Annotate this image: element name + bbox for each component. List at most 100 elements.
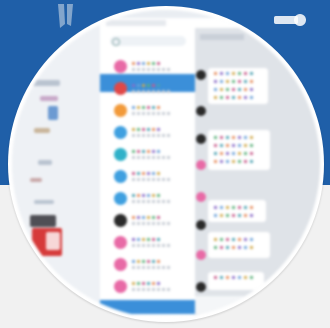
contact-preview-text <box>147 68 150 71</box>
chat-title <box>200 34 244 40</box>
contact-preview-text <box>157 68 160 71</box>
contact-name-text <box>132 172 135 175</box>
cloud-icon <box>114 148 127 161</box>
contact-preview-text <box>162 112 165 115</box>
message-text <box>238 88 241 91</box>
contact-preview-text <box>137 156 140 159</box>
contact-preview-text <box>162 222 165 225</box>
message-text <box>244 238 247 241</box>
contact-name-text <box>152 194 155 197</box>
contact-preview-text <box>142 90 145 93</box>
contact-preview-text <box>162 288 165 291</box>
contact-preview-text <box>152 200 155 203</box>
chat-avatar-icon <box>196 160 206 170</box>
message-text <box>214 214 217 217</box>
contact-name-text <box>132 62 135 65</box>
contact-preview-text <box>157 112 160 115</box>
contact-name-text <box>137 260 140 263</box>
contact-name-text <box>152 84 155 87</box>
contact-preview-text <box>132 200 135 203</box>
contact-name-text <box>157 150 160 153</box>
message-bubble <box>208 200 266 222</box>
contact-preview-text <box>132 156 135 159</box>
contact-name-text <box>132 84 135 87</box>
contact-preview-text <box>157 266 160 269</box>
message-text <box>214 72 217 75</box>
contact-name-text <box>147 194 150 197</box>
message-text <box>226 246 229 249</box>
profile-avatar[interactable] <box>12 10 320 318</box>
contact-preview-text <box>152 112 155 115</box>
message-text <box>220 152 223 155</box>
contact-name-text <box>147 62 150 65</box>
contact-preview-text <box>167 244 170 247</box>
contact-name-text <box>147 84 150 87</box>
contact-name-text <box>142 238 145 241</box>
message-text <box>244 80 247 83</box>
message-text <box>220 96 223 99</box>
contact-name-text <box>157 194 160 197</box>
contact-name-text <box>132 128 135 131</box>
message-text <box>244 246 247 249</box>
contact-name-text <box>152 172 155 175</box>
contact-name-text <box>137 128 140 131</box>
chat-avatar-icon <box>196 282 206 292</box>
contact-preview-text <box>167 134 170 137</box>
contact-preview-text <box>142 222 145 225</box>
message-text <box>238 276 241 279</box>
message-text <box>244 72 247 75</box>
chat-avatar-icon <box>196 192 206 202</box>
bottom-toolbar[interactable] <box>100 300 195 314</box>
chat-avatar-icon <box>196 220 206 230</box>
contact-preview-text <box>157 244 160 247</box>
message-input[interactable] <box>195 296 320 314</box>
contact-preview-text <box>152 68 155 71</box>
contact-preview-text <box>167 90 170 93</box>
contact-name-text <box>157 238 160 241</box>
message-text <box>238 144 241 147</box>
contact-preview-text <box>162 178 165 181</box>
message-text <box>250 136 253 139</box>
contact-name-text <box>132 260 135 263</box>
message-text <box>250 246 253 249</box>
message-text <box>238 136 241 139</box>
message-text <box>214 238 217 241</box>
bird-icon <box>114 214 127 227</box>
message-text <box>226 214 229 217</box>
message-text <box>238 214 241 217</box>
contact-name-text <box>142 216 145 219</box>
chat-avatar-icon <box>196 134 206 144</box>
contact-preview-text <box>137 200 140 203</box>
message-text <box>220 80 223 83</box>
contact-preview-text <box>137 288 140 291</box>
message-text <box>238 96 241 99</box>
contact-name-text <box>157 106 160 109</box>
message-text <box>214 136 217 139</box>
contact-preview-text <box>137 244 140 247</box>
contact-name-text <box>142 106 145 109</box>
message-text <box>214 88 217 91</box>
message-text <box>232 160 235 163</box>
contact-preview-text <box>132 134 135 137</box>
message-text <box>226 160 229 163</box>
message-text <box>214 276 217 279</box>
message-text <box>244 160 247 163</box>
chat-avatar-icon <box>196 106 206 116</box>
contact-name-text <box>142 194 145 197</box>
message-text <box>238 80 241 83</box>
contact-preview-text <box>132 222 135 225</box>
contact-preview-text <box>162 244 165 247</box>
contact-preview-text <box>147 134 150 137</box>
contact-preview-text <box>142 112 145 115</box>
gear-icon <box>114 126 127 139</box>
contact-name-text <box>152 128 155 131</box>
message-text <box>232 214 235 217</box>
message-text <box>220 88 223 91</box>
contact-preview-text <box>147 178 150 181</box>
contact-preview-text <box>142 266 145 269</box>
heart-icon <box>114 236 127 249</box>
contact-name-text <box>157 128 160 131</box>
message-text <box>250 160 253 163</box>
heart-icon <box>114 258 127 271</box>
search-input[interactable] <box>110 36 186 46</box>
